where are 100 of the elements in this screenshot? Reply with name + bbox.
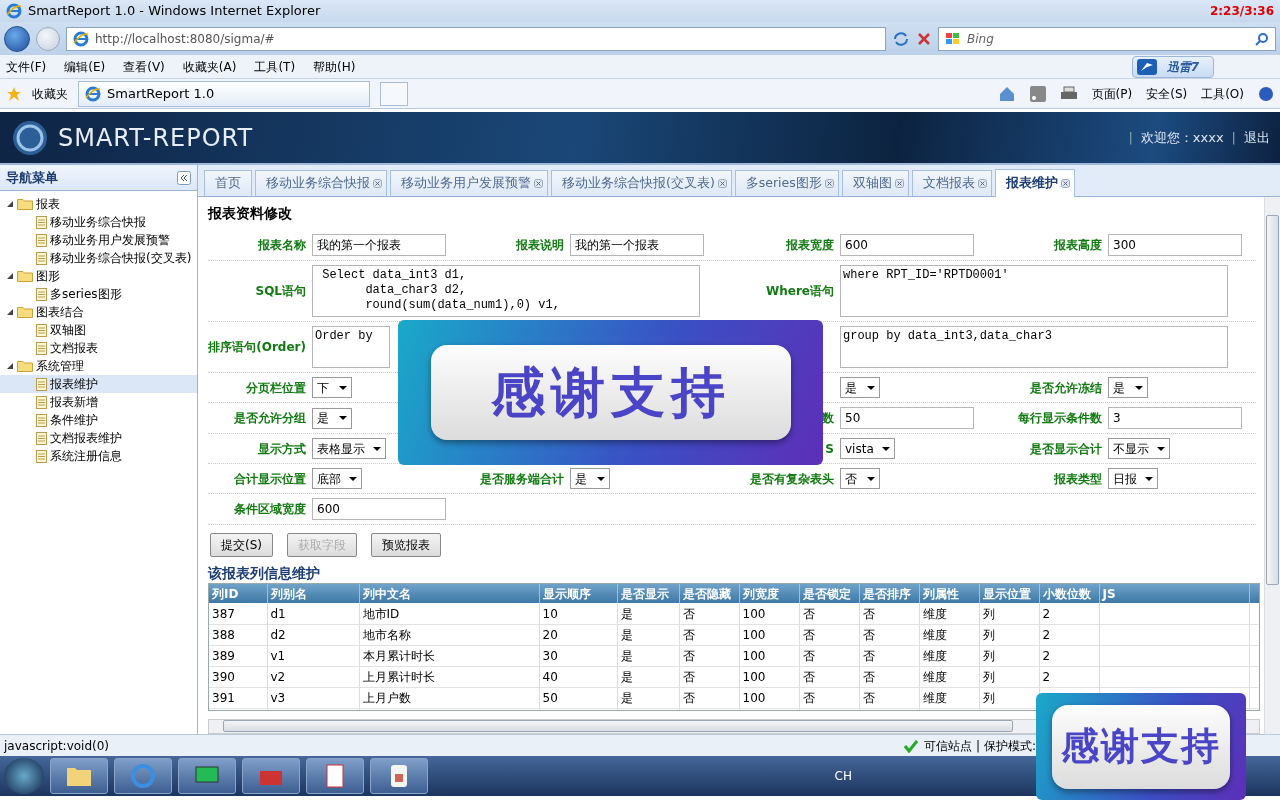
back-button[interactable]: [4, 25, 30, 52]
home-icon[interactable]: [997, 84, 1016, 103]
tab[interactable]: 移动业务用户发展预警: [390, 170, 548, 196]
text-field[interactable]: 我的第一个报表: [570, 234, 704, 256]
close-icon[interactable]: [977, 179, 987, 188]
tab[interactable]: 首页: [204, 170, 252, 196]
text-field[interactable]: 600: [312, 498, 446, 520]
command-menu[interactable]: 工具(O): [1201, 84, 1244, 103]
language-indicator[interactable]: CH: [834, 767, 852, 785]
tree-item[interactable]: 文档报表维护: [0, 429, 197, 447]
tree-item[interactable]: 系统注册信息: [0, 447, 197, 465]
column-header[interactable]: 是否锁定: [799, 584, 859, 604]
command-menu[interactable]: 页面(P): [1091, 84, 1133, 103]
search-field[interactable]: Bing: [938, 26, 1276, 51]
tree-item[interactable]: 双轴图: [0, 321, 197, 339]
text-field[interactable]: 300: [1108, 234, 1242, 256]
dropdown[interactable]: 是: [312, 407, 352, 429]
expand-icon[interactable]: [6, 362, 14, 370]
close-icon[interactable]: [1060, 179, 1070, 188]
collapse-icon[interactable]: [177, 170, 191, 185]
address-field[interactable]: http://localhost:8080/sigma/#: [66, 26, 886, 51]
text-field[interactable]: 600: [840, 234, 974, 256]
close-icon[interactable]: [373, 179, 382, 188]
dropdown[interactable]: 日报: [1108, 468, 1158, 489]
tab[interactable]: 移动业务综合快报: [255, 170, 387, 196]
dropdown[interactable]: 不显示: [1108, 438, 1170, 459]
start-button[interactable]: [4, 758, 44, 794]
text-area[interactable]: Order by: [312, 326, 390, 368]
expand-icon[interactable]: [6, 200, 14, 208]
menu-item[interactable]: 收藏夹(A): [182, 57, 237, 76]
text-area[interactable]: group by data_int3,data_char3: [840, 326, 1228, 368]
table-cell: 389: [209, 645, 267, 667]
tree-item[interactable]: 文档报表: [0, 339, 197, 357]
close-icon[interactable]: [824, 179, 834, 188]
text-area[interactable]: Select data_int3 d1, data_char3 d2, round(sum(data_num1),0) v1,: [312, 265, 700, 317]
dropdown[interactable]: vista: [840, 438, 895, 459]
logout-link[interactable]: 退出: [1244, 127, 1270, 148]
column-header[interactable]: 小数位数: [1039, 584, 1099, 604]
tree-item[interactable]: 系统管理: [0, 357, 197, 375]
close-icon[interactable]: [717, 179, 727, 188]
column-header[interactable]: 是否排序: [859, 584, 919, 604]
dropdown[interactable]: 否: [840, 468, 880, 489]
text-area[interactable]: where RPT_ID='RPTD0001': [840, 265, 1228, 317]
dropdown[interactable]: 表格显示: [312, 438, 386, 459]
column-header[interactable]: 显示顺序: [539, 584, 617, 604]
tree-item[interactable]: 移动业务综合快报: [0, 213, 197, 231]
tree-item[interactable]: 移动业务综合快报(交叉表): [0, 249, 197, 267]
close-icon[interactable]: [894, 179, 904, 188]
column-header[interactable]: JS: [1099, 584, 1249, 604]
column-header[interactable]: 是否隐藏: [679, 584, 739, 604]
form-button[interactable]: 提交(S): [210, 533, 273, 557]
text-field[interactable]: 50: [840, 407, 974, 429]
tree-item[interactable]: 移动业务用户发展预警: [0, 231, 197, 249]
tab[interactable]: 移动业务综合快报(交叉表): [551, 170, 732, 196]
caret-icon: [1145, 476, 1153, 481]
tab[interactable]: 文档报表: [911, 170, 992, 196]
menu-item[interactable]: 查看(V): [123, 57, 165, 76]
column-header[interactable]: 列中文名: [359, 584, 539, 604]
table-cell: 2: [1039, 666, 1099, 688]
tab[interactable]: 双轴图: [841, 170, 909, 196]
menu-item[interactable]: 帮助(H): [313, 57, 356, 76]
favorites-button[interactable]: 收藏夹: [32, 84, 68, 103]
tree-item[interactable]: 报表新增: [0, 393, 197, 411]
column-header[interactable]: 列属性: [919, 584, 979, 604]
tree-item[interactable]: 多series图形: [0, 285, 197, 303]
column-header[interactable]: 显示位置: [979, 584, 1039, 604]
tree-item[interactable]: 图表结合: [0, 303, 197, 321]
menu-item[interactable]: 工具(T): [254, 57, 296, 76]
column-header[interactable]: 是否显示: [617, 584, 679, 604]
tab[interactable]: 报表维护: [994, 169, 1075, 197]
feed-icon[interactable]: [1029, 85, 1046, 102]
form-button[interactable]: 预览报表: [371, 533, 441, 557]
scrollbar-thumb[interactable]: [223, 720, 1013, 733]
menu-item[interactable]: 文件(F): [6, 57, 47, 76]
tab[interactable]: 多series图形: [734, 170, 839, 196]
text-field[interactable]: 3: [1108, 407, 1242, 429]
dropdown[interactable]: 下: [312, 377, 352, 398]
close-icon[interactable]: [916, 30, 932, 47]
browser-tab[interactable]: SmartReport 1.0: [78, 80, 370, 107]
addon-button[interactable]: 迅雷7: [1131, 55, 1214, 78]
refresh-icon[interactable]: [892, 29, 910, 48]
tree-item[interactable]: 报表: [0, 195, 197, 213]
table-cell: 维度: [919, 624, 979, 646]
tree-item[interactable]: 图形: [0, 267, 197, 285]
dropdown[interactable]: 是: [1108, 377, 1148, 398]
tree-item[interactable]: 报表维护: [0, 375, 197, 393]
scrollbar-thumb[interactable]: [1266, 215, 1279, 585]
printer-icon[interactable]: [1059, 85, 1078, 102]
expand-icon[interactable]: [6, 308, 14, 316]
tree-item[interactable]: 条件维护: [0, 411, 197, 429]
dropdown[interactable]: 是: [570, 468, 610, 489]
command-menu[interactable]: 安全(S): [1146, 84, 1188, 103]
dropdown[interactable]: 是: [840, 377, 880, 398]
menu-item[interactable]: 编辑(E): [64, 57, 106, 76]
column-header[interactable]: 列别名: [267, 584, 359, 604]
text-field[interactable]: 我的第一个报表: [312, 234, 446, 256]
close-icon[interactable]: [534, 179, 543, 188]
dropdown[interactable]: 底部: [312, 468, 362, 489]
expand-icon[interactable]: [6, 272, 14, 280]
column-header[interactable]: 列ID: [209, 584, 267, 604]
